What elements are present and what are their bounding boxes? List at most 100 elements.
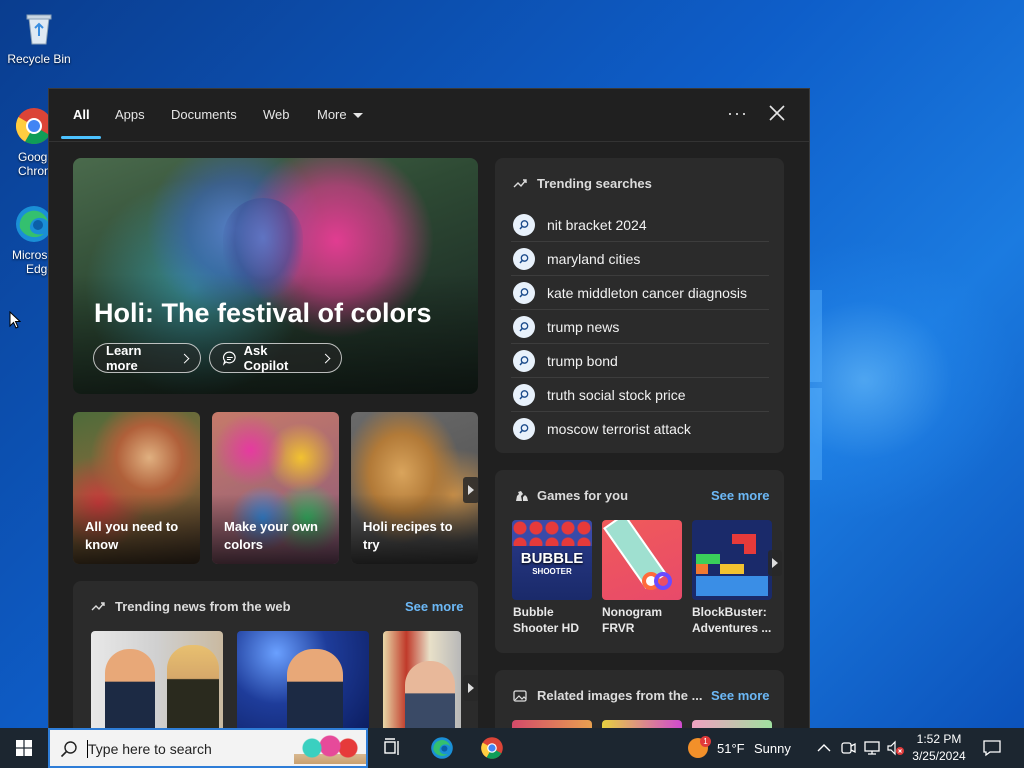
search-icon bbox=[513, 417, 535, 440]
tab-more-label: More bbox=[317, 107, 347, 122]
related-images-see-more-link[interactable]: See more bbox=[711, 688, 770, 703]
game-tile-title: BUBBLE bbox=[520, 550, 584, 567]
game-name-line: FRVR bbox=[602, 621, 635, 635]
clock-date: 3/25/2024 bbox=[912, 749, 966, 763]
games-next-button[interactable] bbox=[768, 550, 782, 576]
trending-search-item[interactable]: maryland cities bbox=[511, 242, 769, 276]
trending-search-text: truth social stock price bbox=[547, 386, 686, 403]
desktop-icon-label-line: Goog bbox=[18, 150, 48, 164]
search-flyout: All Apps Documents Web More ··· Holi: Th… bbox=[48, 88, 810, 730]
game-name-line: Nonogram bbox=[602, 605, 662, 619]
news-image-figure bbox=[105, 649, 155, 729]
weather-widget[interactable]: 1 51°F Sunny bbox=[686, 728, 798, 768]
tab-documents[interactable]: Documents bbox=[171, 107, 237, 122]
volume-muted-icon bbox=[887, 740, 904, 756]
desktop-icon-recycle-bin[interactable]: Recycle Bin bbox=[4, 8, 74, 66]
news-image[interactable] bbox=[237, 631, 369, 729]
network-button[interactable] bbox=[860, 736, 884, 760]
image-icon bbox=[513, 689, 527, 702]
close-button[interactable] bbox=[767, 103, 787, 123]
hero-title: Holi: The festival of colors bbox=[94, 298, 432, 328]
chevron-up-icon bbox=[817, 744, 831, 752]
trending-news-see-more-link[interactable]: See more bbox=[405, 599, 464, 614]
ask-copilot-button[interactable]: Ask Copilot bbox=[209, 343, 342, 373]
blocks-graphic bbox=[696, 534, 768, 596]
card-label: All you need to know bbox=[85, 519, 179, 552]
tab-apps[interactable]: Apps bbox=[115, 107, 145, 122]
desktop-icon-google-chrome[interactable]: Goog Chron bbox=[0, 106, 52, 178]
trending-search-text: moscow terrorist attack bbox=[547, 420, 691, 437]
action-center-button[interactable] bbox=[980, 736, 1004, 760]
hero-card-holi[interactable]: Holi: The festival of colors Learn more … bbox=[73, 158, 478, 394]
chat-bubble-icon bbox=[222, 351, 236, 366]
meet-now-button[interactable] bbox=[836, 736, 860, 760]
tab-web[interactable]: Web bbox=[263, 107, 290, 122]
trending-searches-title: Trending searches bbox=[537, 176, 652, 191]
chevron-right-icon bbox=[468, 683, 474, 693]
card-make-your-own-colors[interactable]: Make your own colors bbox=[212, 412, 339, 564]
desktop-icon-label-line: Micros bbox=[12, 248, 48, 262]
card-holi-recipes-to-try[interactable]: Holi recipes to try bbox=[351, 412, 478, 564]
task-view-icon bbox=[384, 738, 399, 755]
trending-search-item[interactable]: truth social stock price bbox=[511, 378, 769, 412]
trending-search-item[interactable]: trump bond bbox=[511, 344, 769, 378]
volume-button[interactable] bbox=[884, 736, 908, 760]
taskbar-edge-button[interactable] bbox=[430, 736, 454, 760]
weather-badge: 1 bbox=[700, 736, 711, 747]
trending-arrow-icon bbox=[513, 178, 527, 187]
desktop-icon-label: Micros Edge bbox=[12, 248, 54, 276]
learn-more-button[interactable]: Learn more bbox=[93, 343, 201, 373]
game-tile-nonogram[interactable] bbox=[602, 520, 682, 600]
trending-news-section: Trending news from the web See more bbox=[73, 581, 478, 729]
card-label: Holi recipes to try bbox=[363, 519, 453, 552]
more-options-button[interactable]: ··· bbox=[727, 103, 748, 124]
news-image-figure bbox=[287, 649, 343, 729]
network-icon bbox=[864, 741, 880, 755]
trending-news-title: Trending news from the web bbox=[115, 599, 291, 614]
start-button[interactable] bbox=[0, 728, 48, 768]
task-view-button[interactable] bbox=[380, 736, 404, 760]
games-see-more-link[interactable]: See more bbox=[711, 488, 770, 503]
windows-logo-pane bbox=[808, 388, 822, 480]
search-icon bbox=[513, 349, 535, 372]
game-tile-bubble-shooter[interactable]: BUBBLE SHOOTER bbox=[512, 520, 592, 600]
news-image[interactable] bbox=[91, 631, 223, 729]
tab-all[interactable]: All bbox=[73, 107, 90, 122]
recycle-bin-icon bbox=[19, 8, 59, 48]
games-header: Games for you bbox=[513, 488, 628, 503]
taskbar-search-box[interactable]: Type here to search bbox=[48, 728, 368, 768]
chrome-icon bbox=[481, 737, 503, 759]
game-name: Bubble Shooter HD bbox=[513, 604, 597, 636]
clock[interactable]: 1:52 PM 3/25/2024 bbox=[906, 731, 972, 765]
related-images-section: Related images from the ... See more bbox=[495, 670, 784, 729]
trending-search-text: maryland cities bbox=[547, 250, 641, 267]
show-hidden-icons-button[interactable] bbox=[812, 736, 836, 760]
trending-search-item[interactable]: trump news bbox=[511, 310, 769, 344]
trending-search-item[interactable]: moscow terrorist attack bbox=[511, 412, 769, 445]
chevron-right-icon bbox=[468, 485, 474, 495]
taskbar-chrome-button[interactable] bbox=[480, 736, 504, 760]
news-image[interactable] bbox=[383, 631, 461, 729]
game-tile-blockbuster[interactable] bbox=[692, 520, 772, 600]
chevron-down-icon bbox=[352, 113, 363, 119]
tab-more[interactable]: More bbox=[317, 107, 363, 122]
desktop-icon-label: Goog Chron bbox=[18, 150, 51, 178]
game-name-line: Adventures ... bbox=[692, 621, 772, 635]
hero-image bbox=[223, 198, 303, 298]
chevron-right-icon bbox=[772, 558, 778, 568]
trending-search-item[interactable]: nit bracket 2024 bbox=[511, 208, 769, 242]
taskbar: Type here to search 1 51°F Sunny 1:52 PM… bbox=[0, 728, 1024, 768]
search-tabs: All Apps Documents Web More ··· bbox=[49, 89, 809, 142]
cards-next-button[interactable] bbox=[463, 477, 479, 503]
news-next-button[interactable] bbox=[463, 675, 478, 701]
card-all-you-need-to-know[interactable]: All you need to know bbox=[73, 412, 200, 564]
chevron-right-icon bbox=[179, 353, 190, 363]
related-images-header: Related images from the ... bbox=[513, 688, 702, 703]
desktop-icon-microsoft-edge[interactable]: Micros Edge bbox=[0, 204, 54, 276]
game-name: BlockBuster: Adventures ... bbox=[692, 604, 776, 636]
trending-search-item[interactable]: kate middleton cancer diagnosis bbox=[511, 276, 769, 310]
trending-searches-section: Trending searches nit bracket 2024 maryl… bbox=[495, 158, 784, 453]
trending-search-text: nit bracket 2024 bbox=[547, 216, 647, 233]
game-name: Nonogram FRVR bbox=[602, 604, 686, 636]
search-highlight-image bbox=[294, 732, 366, 764]
